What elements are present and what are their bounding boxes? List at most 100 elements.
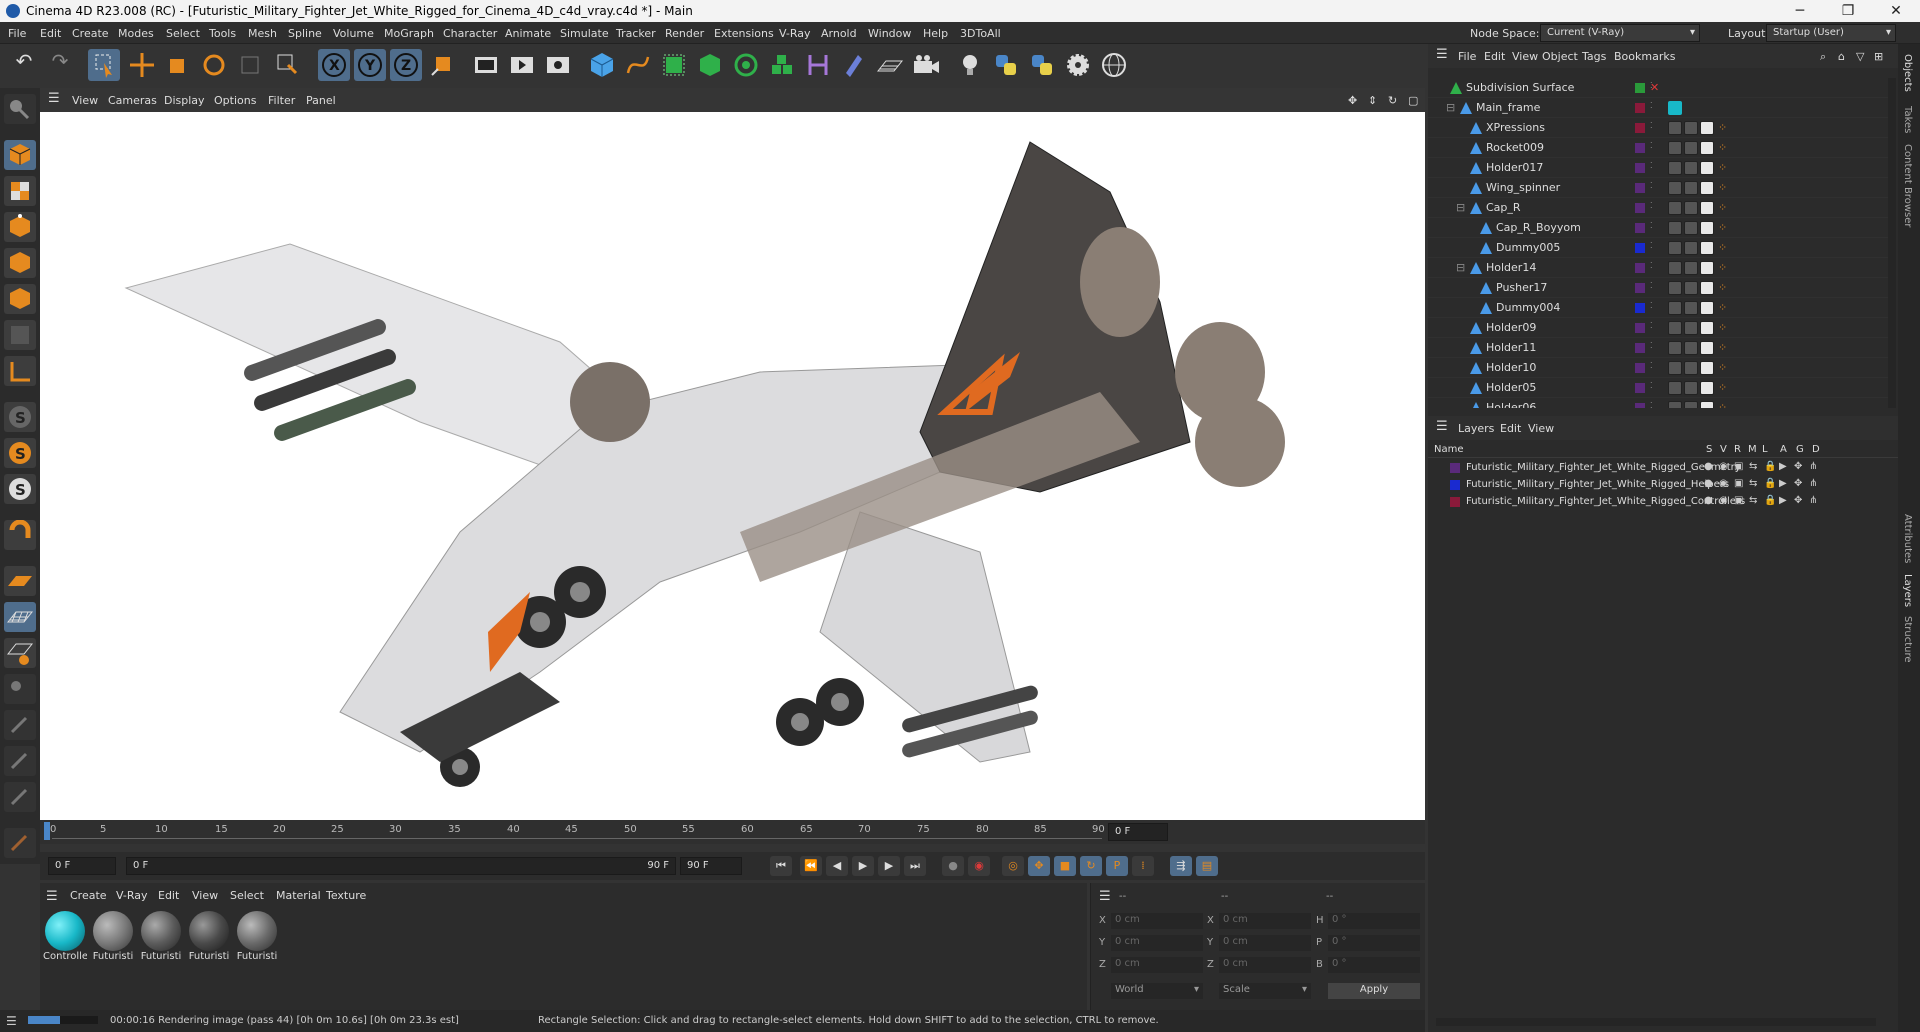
deformer-icon[interactable]: ⋔ bbox=[1809, 495, 1817, 506]
layer-color-swatch[interactable] bbox=[1450, 497, 1460, 507]
close-button[interactable]: ✕ bbox=[1876, 2, 1916, 20]
object-row[interactable]: Holder09 ⁚ ⁘ bbox=[1428, 318, 1888, 338]
generator-icon[interactable]: ✥ bbox=[1794, 478, 1802, 489]
object-tag-icon[interactable] bbox=[1700, 181, 1714, 195]
visibility-dots-icon[interactable]: ⁚ bbox=[1650, 381, 1653, 390]
autokey-icon[interactable]: ◉ bbox=[968, 856, 990, 876]
key-rotation-icon[interactable]: ↻ bbox=[1080, 856, 1102, 876]
layer-color-swatch[interactable] bbox=[1450, 480, 1460, 490]
visibility-dots-icon[interactable]: ⁚ bbox=[1650, 321, 1653, 330]
visibility-dots-icon[interactable]: ⁚ bbox=[1650, 201, 1653, 210]
dolly-view-icon[interactable]: ⇕ bbox=[1368, 94, 1377, 107]
material-menu-create[interactable]: Create bbox=[70, 889, 107, 902]
frame-range-slider[interactable]: 0 F 90 F bbox=[126, 857, 676, 875]
tab-objects[interactable]: Objects bbox=[1902, 54, 1913, 92]
object-name[interactable]: Cap_R_Boyyom bbox=[1496, 221, 1581, 234]
manager-icon[interactable]: ⇆ bbox=[1749, 461, 1757, 472]
animation-icon[interactable]: ▶ bbox=[1779, 495, 1787, 506]
object-row[interactable]: ⊟ Cap_R ⁚ ⁘ bbox=[1428, 198, 1888, 218]
material-tag-icon[interactable]: ⁘ bbox=[1718, 221, 1727, 234]
object-tag-icon[interactable] bbox=[1700, 341, 1714, 355]
workplane-snap-icon[interactable]: S bbox=[4, 474, 36, 504]
viewport-menu-cameras[interactable]: Cameras bbox=[108, 94, 157, 107]
scale-y-field[interactable]: 0 cm bbox=[1219, 935, 1311, 951]
lock-icon[interactable]: 🔒 bbox=[1764, 461, 1776, 472]
object-tag-icon[interactable] bbox=[1684, 121, 1698, 135]
layers-menu-edit[interactable]: Edit bbox=[1500, 422, 1521, 435]
maximize-button[interactable]: ❐ bbox=[1828, 2, 1868, 20]
objects-menu-file[interactable]: File bbox=[1458, 50, 1476, 63]
manager-icon[interactable]: ⇆ bbox=[1749, 495, 1757, 506]
x-axis-icon[interactable]: X bbox=[318, 49, 350, 81]
object-tag-icon[interactable] bbox=[1700, 121, 1714, 135]
scale-dropdown[interactable]: Scale ▾ bbox=[1219, 983, 1311, 999]
object-row[interactable]: XPressions ⁚ ⁘ bbox=[1428, 118, 1888, 138]
generator-icon[interactable]: ✥ bbox=[1794, 461, 1802, 472]
timeline-icon[interactable]: ⇶ bbox=[1170, 856, 1192, 876]
object-name[interactable]: Holder11 bbox=[1486, 341, 1536, 354]
go-to-start-icon[interactable]: ⏮ bbox=[770, 856, 792, 876]
object-tag-icon[interactable] bbox=[1684, 201, 1698, 215]
generator-icon[interactable]: ✥ bbox=[1794, 495, 1802, 506]
object-name[interactable]: XPressions bbox=[1486, 121, 1545, 134]
key-parameter-icon[interactable]: P bbox=[1106, 856, 1128, 876]
render-settings-icon[interactable] bbox=[542, 49, 574, 81]
layer-color-swatch[interactable] bbox=[1635, 283, 1645, 293]
viewport-menu-options[interactable]: Options bbox=[214, 94, 256, 107]
material-tag-icon[interactable]: ⁘ bbox=[1718, 281, 1727, 294]
object-tag-icon[interactable] bbox=[1668, 241, 1682, 255]
object-tag-icon[interactable] bbox=[1684, 181, 1698, 195]
scale-tool-icon[interactable] bbox=[162, 49, 194, 81]
objects-menu-edit[interactable]: Edit bbox=[1484, 50, 1505, 63]
render-icon[interactable]: ▣ bbox=[1734, 495, 1743, 506]
eye-icon[interactable]: ◉ bbox=[1719, 461, 1728, 472]
pen-spline-icon[interactable] bbox=[622, 49, 654, 81]
material-tag-icon[interactable]: ⁘ bbox=[1718, 301, 1727, 314]
object-list-scrollbar[interactable] bbox=[1888, 78, 1896, 408]
timeline-ruler[interactable]: 0 5 10 15 20 25 30 35 40 45 50 55 60 65 … bbox=[40, 820, 1425, 844]
y-axis-icon[interactable]: Y bbox=[354, 49, 386, 81]
material-swatch[interactable]: Futuristi bbox=[139, 911, 183, 969]
object-tag-icon[interactable] bbox=[1700, 161, 1714, 175]
node-space-dropdown[interactable]: Current (V-Ray) ▾ bbox=[1540, 24, 1700, 42]
rotate-tool-icon[interactable] bbox=[198, 49, 230, 81]
record-keys-icon[interactable]: ● bbox=[942, 856, 964, 876]
floor-icon[interactable] bbox=[874, 49, 906, 81]
object-row[interactable]: ⊟ Holder14 ⁚ ⁘ bbox=[1428, 258, 1888, 278]
polygons-mode-icon[interactable] bbox=[4, 284, 36, 314]
layer-color-swatch[interactable] bbox=[1635, 223, 1645, 233]
material-tag-icon[interactable]: ⁘ bbox=[1718, 141, 1727, 154]
previous-key-icon[interactable]: ⏪ bbox=[800, 856, 822, 876]
apply-button[interactable]: Apply bbox=[1328, 983, 1420, 999]
animation-icon[interactable]: ▶ bbox=[1779, 478, 1787, 489]
material-swatch[interactable]: Futuristi bbox=[187, 911, 231, 969]
objects-menu-view[interactable]: View bbox=[1512, 50, 1538, 63]
menu-vray[interactable]: V-Ray bbox=[779, 27, 811, 40]
filter-icon[interactable]: ▽ bbox=[1856, 50, 1864, 63]
hamburger-menu-icon[interactable]: ☰ bbox=[48, 91, 60, 106]
object-name[interactable]: Wing_spinner bbox=[1486, 181, 1560, 194]
grid-workplane-icon[interactable] bbox=[4, 602, 36, 632]
object-tag-icon[interactable] bbox=[1684, 381, 1698, 395]
layer-color-swatch[interactable] bbox=[1635, 243, 1645, 253]
start-frame-field[interactable]: 0 F bbox=[48, 857, 116, 875]
object-tag-icon[interactable] bbox=[1700, 281, 1714, 295]
layer-color-swatch[interactable] bbox=[1635, 163, 1645, 173]
object-tag-icon[interactable] bbox=[1700, 361, 1714, 375]
object-tag-icon[interactable] bbox=[1700, 241, 1714, 255]
model-mode-icon[interactable] bbox=[4, 140, 36, 170]
object-name[interactable]: Holder10 bbox=[1486, 361, 1536, 374]
render-icon[interactable]: ▣ bbox=[1734, 478, 1743, 489]
layer-row[interactable]: Futuristic_Military_Fighter_Jet_White_Ri… bbox=[1428, 460, 1898, 477]
material-tag-icon[interactable]: ⁘ bbox=[1718, 181, 1727, 194]
object-row[interactable]: Pusher17 ⁚ ⁘ bbox=[1428, 278, 1888, 298]
object-row[interactable]: Subdivision Surface ⁚ ✕ bbox=[1428, 78, 1888, 98]
tab-content-browser[interactable]: Content Browser bbox=[1902, 144, 1913, 227]
object-tag-icon[interactable] bbox=[1668, 281, 1682, 295]
play-icon[interactable]: ▶ bbox=[852, 856, 874, 876]
material-tag-icon[interactable]: ⁘ bbox=[1718, 261, 1727, 274]
key-pla-icon[interactable]: ⁞ bbox=[1132, 856, 1154, 876]
animation-icon[interactable]: ▶ bbox=[1779, 461, 1787, 472]
paint-icon[interactable] bbox=[4, 710, 36, 740]
menu-character[interactable]: Character bbox=[443, 27, 497, 40]
